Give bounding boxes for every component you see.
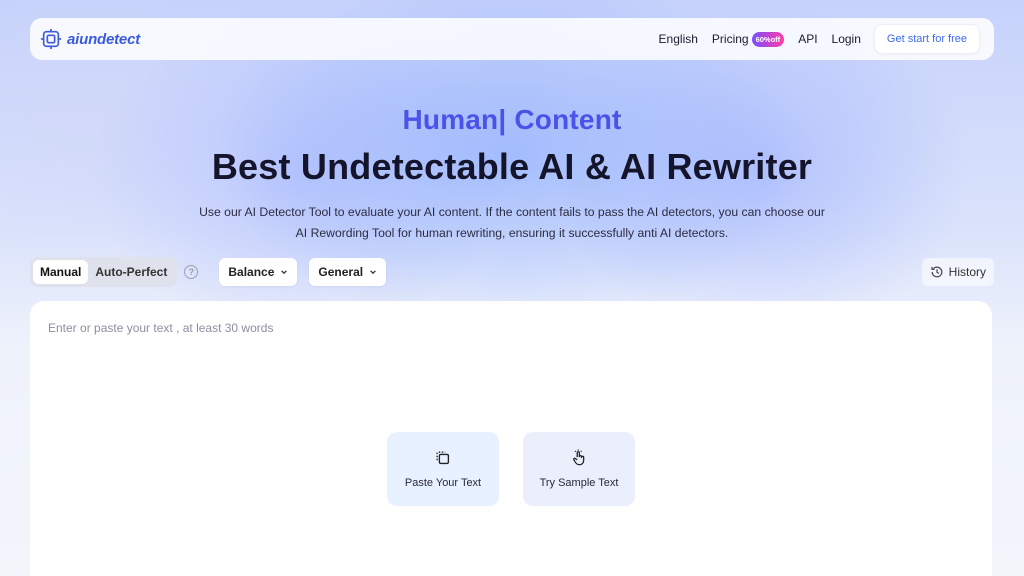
nav-login[interactable]: Login — [825, 32, 868, 46]
mode-manual-button[interactable]: Manual — [33, 260, 89, 284]
nav-api[interactable]: API — [791, 32, 824, 46]
paste-text-label: Paste Your Text — [404, 477, 482, 489]
purpose-select-value: General — [318, 265, 364, 279]
nav-links: English Pricing 60%off API Login Get sta… — [652, 24, 980, 54]
hero-description-line-1: Use our AI Detector Tool to evaluate you… — [199, 205, 825, 219]
help-icon[interactable]: ? — [184, 265, 199, 279]
nav-pricing-label: Pricing — [711, 32, 749, 46]
hero-section: Human| Content Best Undetectable AI & AI… — [0, 104, 1024, 244]
editor-toolbar: Manual Auto-Perfect ? Balance General Hi… — [30, 257, 994, 287]
history-label: History — [948, 265, 986, 279]
hero-description: Use our AI Detector Tool to evaluate you… — [192, 202, 832, 244]
history-icon — [931, 266, 943, 278]
editor-placeholder: Enter or paste your text , at least 30 w… — [48, 321, 274, 335]
try-sample-button[interactable]: Try Sample Text — [523, 432, 635, 506]
brand-logo[interactable]: aiundetect — [40, 28, 140, 50]
hero-kicker: Human| Content — [402, 104, 622, 135]
hero-description-line-2: AI Rewording Tool for human rewriting, e… — [295, 226, 729, 240]
strength-select-value: Balance — [228, 265, 275, 279]
chevron-down-icon — [281, 270, 288, 275]
text-editor[interactable]: Enter or paste your text , at least 30 w… — [30, 301, 992, 576]
try-sample-label: Try Sample Text — [539, 477, 619, 489]
tap-hand-icon — [573, 449, 585, 466]
top-navbar: aiundetect English Pricing 60%off API Lo… — [30, 18, 994, 60]
nav-pricing[interactable]: Pricing 60%off — [705, 31, 791, 47]
paste-icon — [436, 451, 450, 465]
mode-auto-perfect-button[interactable]: Auto-Perfect — [88, 260, 174, 284]
mode-switch: Manual Auto-Perfect — [30, 257, 178, 287]
strength-select[interactable]: Balance — [219, 258, 298, 286]
nav-language[interactable]: English — [652, 32, 705, 46]
paste-text-button[interactable]: Paste Your Text — [387, 432, 499, 506]
history-button[interactable]: History — [921, 258, 994, 286]
chevron-down-icon — [370, 270, 376, 275]
get-started-button[interactable]: Get start for free — [873, 24, 980, 54]
page-title: Best Undetectable AI & AI Rewriter — [211, 146, 813, 187]
pricing-discount-badge: 60%off — [751, 31, 785, 47]
purpose-select[interactable]: General — [309, 258, 387, 286]
logo-icon — [40, 28, 62, 50]
brand-name: aiundetect — [67, 30, 141, 48]
